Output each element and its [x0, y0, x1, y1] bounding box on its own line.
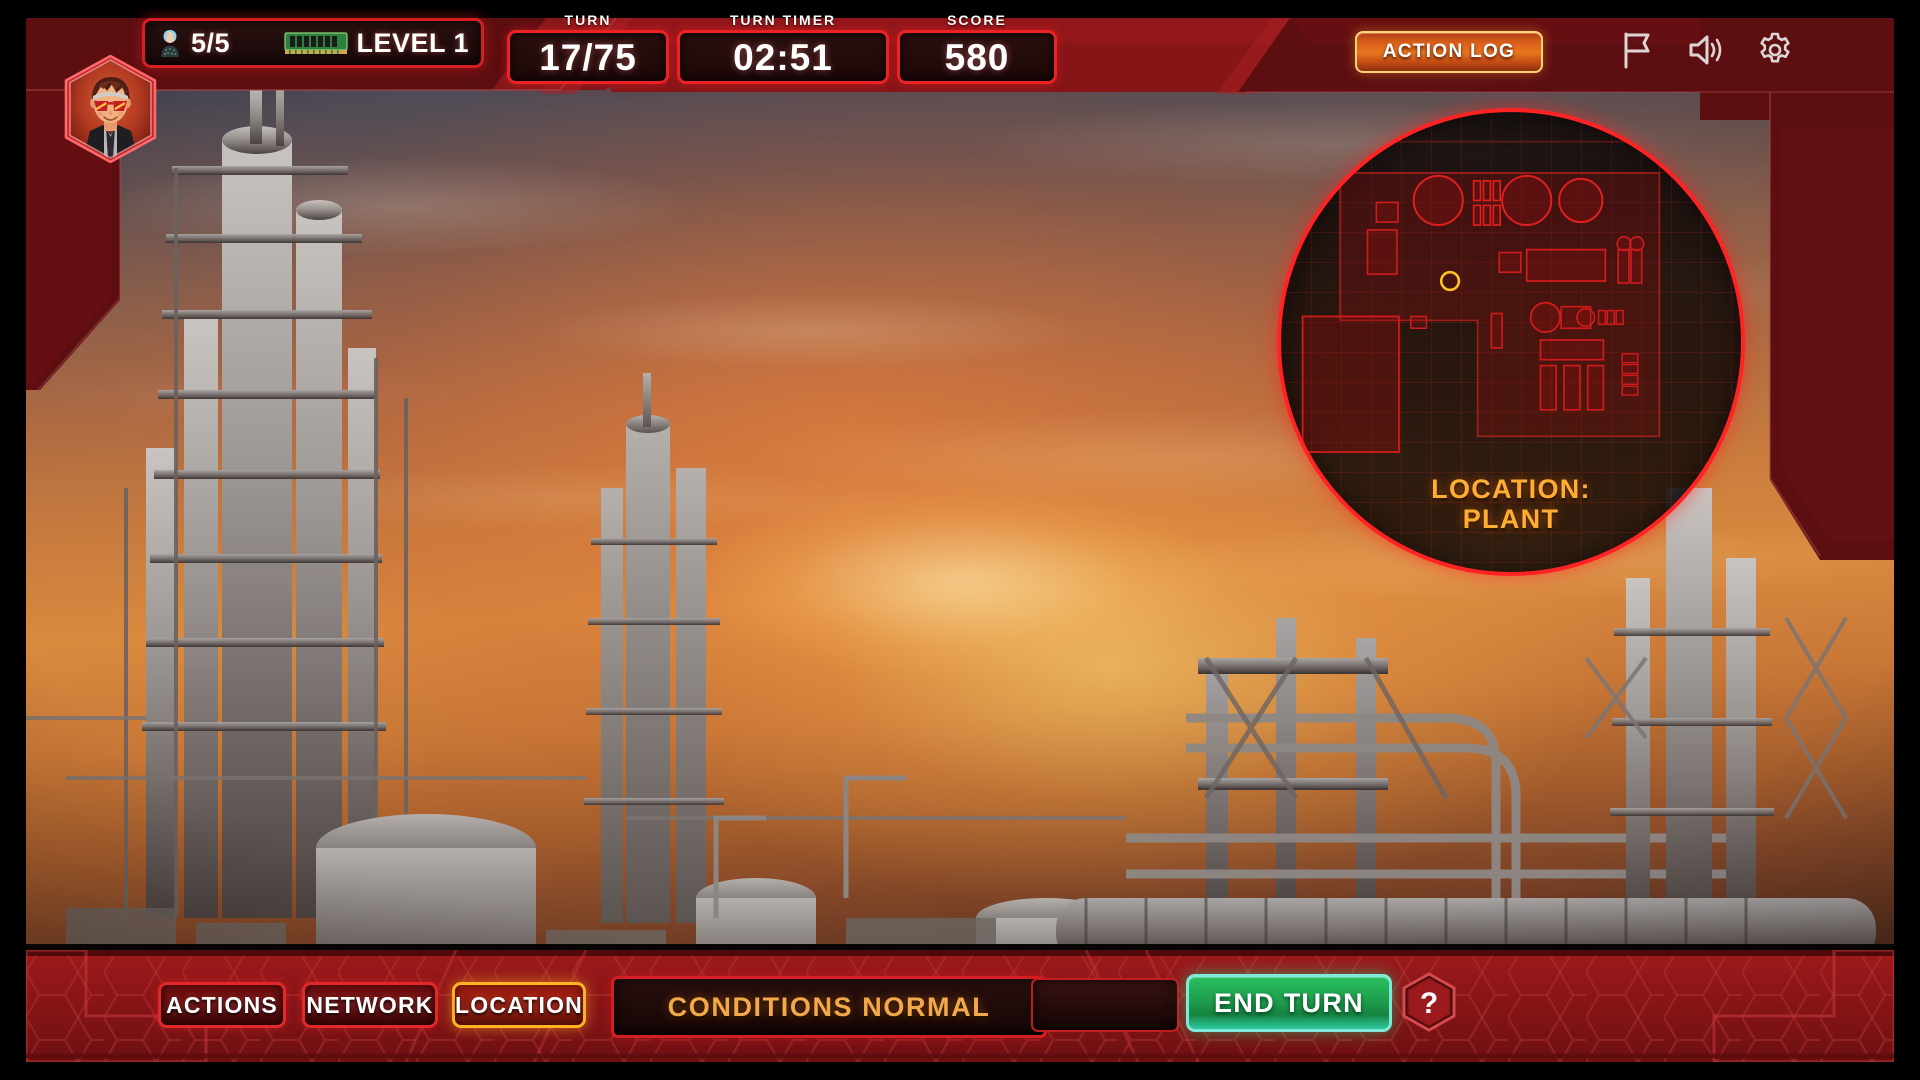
bottom-action-bar: ACTIONS NETWORK LOCATION CONDITIONS NORM…: [26, 950, 1894, 1062]
tab-network[interactable]: NETWORK: [302, 982, 438, 1028]
flag-icon: [1624, 32, 1650, 69]
settings-button[interactable]: [1751, 26, 1799, 74]
radar-caption-line1: LOCATION:: [1431, 473, 1591, 504]
readout-turn-label: TURN: [564, 12, 612, 28]
tab-network-label: NETWORK: [306, 991, 434, 1018]
turn-readout-panel: TURN 17/75 TURN TIMER 02:51 SCORE 580: [507, 0, 1057, 88]
tab-actions[interactable]: ACTIONS: [158, 982, 286, 1028]
tab-location-label: LOCATION: [455, 991, 583, 1018]
ram-chip-icon: [284, 32, 349, 54]
tab-location[interactable]: LOCATION: [452, 982, 586, 1028]
agents-stat: 5/5: [157, 28, 230, 59]
gear-icon: [1760, 32, 1790, 63]
readout-timer-value: 02:51: [733, 36, 833, 78]
flag-button[interactable]: [1613, 26, 1661, 74]
level-stat: LEVEL 1: [284, 28, 469, 59]
sound-button[interactable]: [1682, 26, 1730, 74]
level-value: LEVEL 1: [356, 27, 469, 58]
action-log-button[interactable]: ACTION LOG: [1355, 31, 1543, 73]
readout-score-label: SCORE: [947, 12, 1007, 28]
readout-turn: TURN 17/75: [507, 12, 669, 84]
radar-caption: LOCATION: PLANT: [1281, 474, 1741, 534]
status-panel: CONDITIONS NORMAL: [611, 976, 1047, 1038]
end-turn-label: END TURN: [1214, 987, 1364, 1018]
readout-score-box: 580: [897, 30, 1057, 84]
location-radar[interactable]: LOCATION: PLANT: [1277, 108, 1745, 576]
resource-bar: 5/5 LEVEL 1: [142, 18, 484, 68]
readout-row: TURN 17/75 TURN TIMER 02:51 SCORE 580: [507, 0, 1057, 88]
help-icon: ?: [1402, 972, 1456, 1032]
readout-score: SCORE 580: [897, 12, 1057, 84]
game-screen: 5/5 LEVEL 1 TURN 17/75 TURN TIMER 02:51 …: [0, 0, 1920, 1080]
readout-turn-timer: TURN TIMER 02:51: [677, 12, 889, 84]
readout-turn-box: 17/75: [507, 30, 669, 84]
avatar-portrait-icon: [64, 54, 157, 164]
avatar[interactable]: [63, 54, 158, 164]
tab-actions-label: ACTIONS: [166, 991, 278, 1018]
action-log-label: ACTION LOG: [1382, 41, 1516, 62]
readout-score-value: 580: [944, 36, 1010, 78]
svg-text:?: ?: [1420, 987, 1438, 1020]
empty-slot-panel[interactable]: [1031, 978, 1179, 1032]
radar-caption-line2: PLANT: [1462, 503, 1560, 534]
readout-timer-label: TURN TIMER: [729, 12, 837, 28]
agents-value: 5/5: [191, 27, 231, 58]
agent-icon: [161, 30, 179, 57]
readout-turn-value: 17/75: [539, 36, 637, 78]
readout-timer-box: 02:51: [677, 30, 889, 84]
status-text: CONDITIONS NORMAL: [667, 991, 991, 1022]
sound-icon: [1689, 35, 1722, 65]
end-turn-button[interactable]: END TURN: [1186, 974, 1392, 1032]
help-button[interactable]: ?: [1401, 972, 1457, 1032]
